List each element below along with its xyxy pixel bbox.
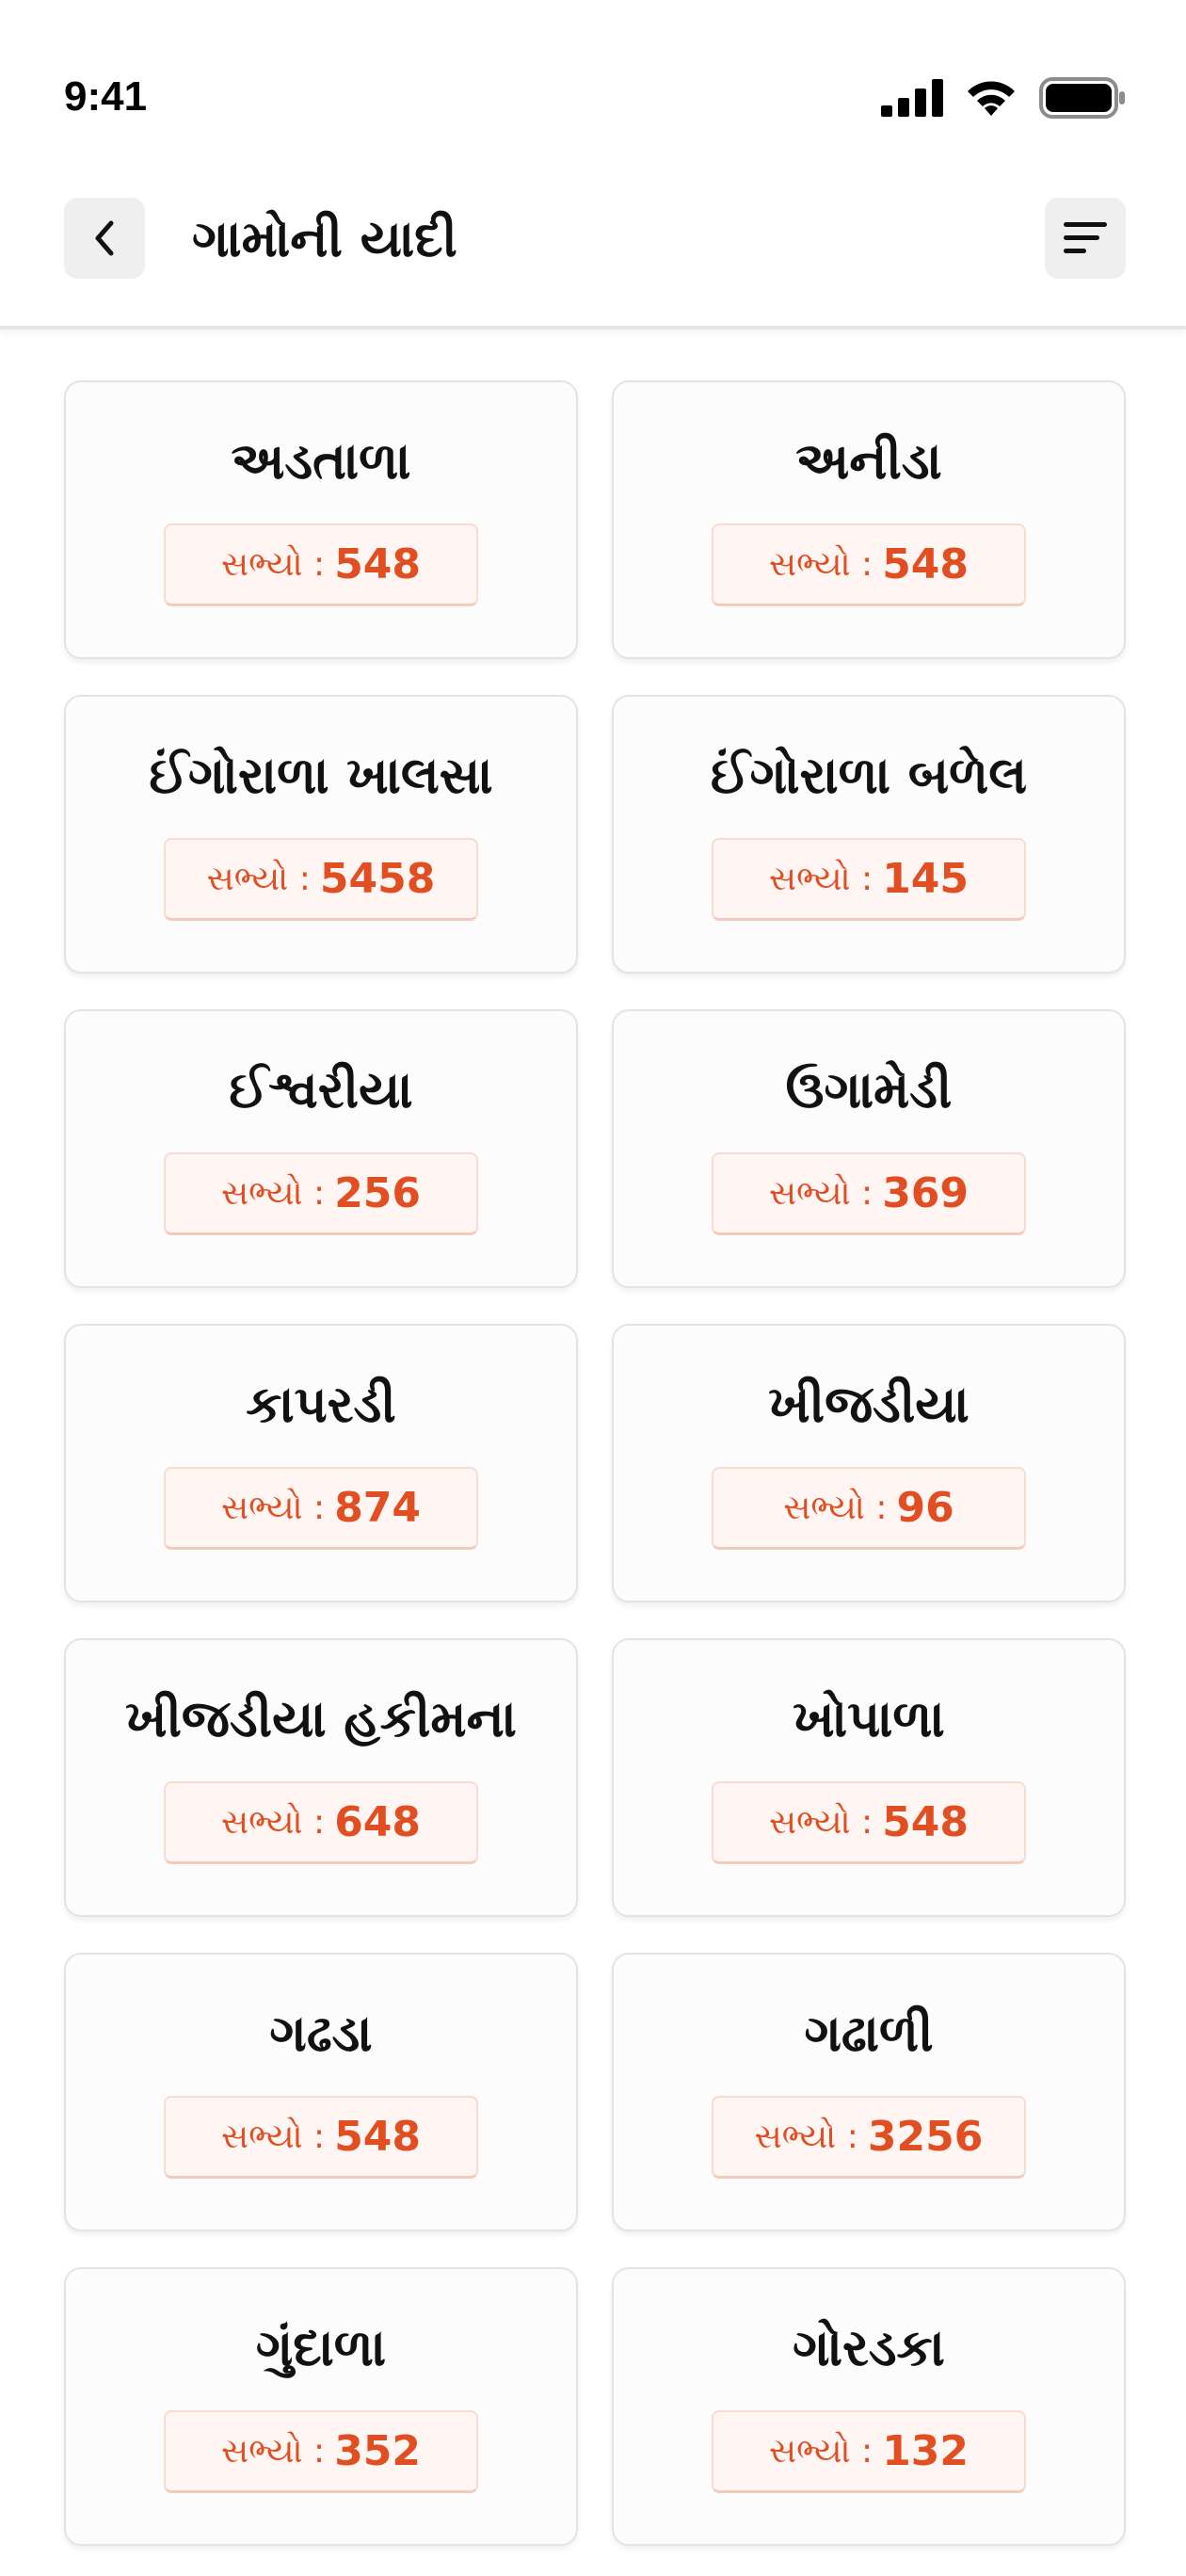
page-title: ગામોની યાદી: [192, 209, 457, 268]
member-count-label: સભ્યો :: [206, 859, 311, 898]
village-card[interactable]: ઈંગોરાળા ખાલસા સભ્યો : 5458: [64, 695, 578, 974]
village-name: અનીડા: [795, 431, 942, 491]
sort-button[interactable]: [1045, 198, 1126, 279]
member-count-label: સભ્યો :: [220, 2117, 326, 2156]
village-name: ઈંગોરાળા ખાલસા: [149, 746, 493, 805]
member-count-box: સભ્યો : 548: [712, 1781, 1026, 1864]
village-grid: અડતાળા સભ્યો : 548 અનીડા સભ્યો : 548 ઈંગ…: [64, 380, 1126, 2546]
member-count-value: 548: [334, 2113, 422, 2161]
cellular-signal-icon: [881, 79, 943, 117]
village-card[interactable]: ઉગામેડી સભ્યો : 369: [612, 1009, 1126, 1288]
wifi-icon: [968, 81, 1015, 116]
village-card[interactable]: ગઢડા સભ્યો : 548: [64, 1953, 578, 2231]
village-name: કાપરડી: [246, 1375, 396, 1434]
member-count-value: 548: [882, 1798, 970, 1846]
sort-lines-icon: [1064, 222, 1107, 253]
member-count-value: 96: [896, 1484, 954, 1532]
status-bar: 9:41: [0, 0, 1186, 179]
member-count-box: સભ્યો : 648: [164, 1781, 478, 1864]
member-count-box: સભ્યો : 256: [164, 1152, 478, 1235]
member-count-box: સભ્યો : 369: [712, 1152, 1026, 1235]
village-card[interactable]: ઈંગોરાળા બળેલ સભ્યો : 145: [612, 695, 1126, 974]
back-button[interactable]: [64, 198, 145, 279]
member-count-box: સભ્યો : 548: [164, 2096, 478, 2179]
member-count-label: સભ્યો :: [768, 1173, 873, 1213]
member-count-value: 5458: [319, 855, 436, 903]
member-count-label: સભ્યો :: [220, 1173, 326, 1213]
member-count-value: 352: [334, 2427, 422, 2475]
member-count-box: સભ્યો : 548: [712, 523, 1026, 606]
member-count-box: સભ્યો : 3256: [712, 2096, 1026, 2179]
village-name: ઉગામેડી: [785, 1060, 953, 1119]
village-name: ઈંગોરાળા બળેલ: [710, 746, 1028, 805]
village-card[interactable]: ખોપાળા સભ્યો : 548: [612, 1638, 1126, 1917]
member-count-box: સભ્યો : 132: [712, 2410, 1026, 2493]
member-count-box: સભ્યો : 96: [712, 1467, 1026, 1550]
village-name: ખીજડીયા: [768, 1375, 970, 1434]
village-card[interactable]: ગુંદાળા સભ્યો : 352: [64, 2267, 578, 2546]
village-card[interactable]: ઈશ્વરીયા સભ્યો : 256: [64, 1009, 578, 1288]
member-count-value: 548: [334, 540, 422, 588]
member-count-label: સભ્યો :: [220, 2431, 326, 2471]
village-card[interactable]: અનીડા સભ્યો : 548: [612, 380, 1126, 659]
member-count-label: સભ્યો :: [754, 2117, 858, 2156]
member-count-value: 548: [882, 540, 970, 588]
village-name: ખીજડીયા હકીમના: [125, 1689, 517, 1748]
village-name: ઈશ્વરીયા: [229, 1060, 413, 1119]
member-count-box: સભ્યો : 874: [164, 1467, 478, 1550]
member-count-value: 874: [334, 1484, 422, 1532]
app-header: ગામોની યાદી: [0, 179, 1186, 330]
member-count-label: સભ્યો :: [220, 544, 326, 584]
chevron-left-icon: [95, 220, 114, 256]
member-count-value: 145: [882, 855, 970, 903]
member-count-box: સભ્યો : 145: [712, 838, 1026, 921]
member-count-value: 369: [882, 1169, 970, 1217]
battery-icon: [1039, 77, 1125, 119]
member-count-value: 132: [882, 2427, 970, 2475]
village-name: ગઢડા: [269, 2004, 373, 2063]
status-time: 9:41: [64, 73, 148, 120]
member-count-box: સભ્યો : 352: [164, 2410, 478, 2493]
member-count-box: સભ્યો : 5458: [164, 838, 478, 921]
village-name: ગોરડકા: [793, 2318, 945, 2377]
member-count-value: 256: [334, 1169, 422, 1217]
village-name: ખોપાળા: [793, 1689, 945, 1748]
status-icons: [881, 72, 1126, 124]
member-count-label: સભ્યો :: [220, 1488, 326, 1527]
member-count-label: સભ્યો :: [768, 2431, 873, 2471]
village-card[interactable]: ગઢાળી સભ્યો : 3256: [612, 1953, 1126, 2231]
village-card[interactable]: કાપરડી સભ્યો : 874: [64, 1324, 578, 1602]
village-name: અડતાળા: [231, 431, 411, 491]
member-count-label: સભ્યો :: [783, 1488, 888, 1527]
village-card[interactable]: ખીજડીયા સભ્યો : 96: [612, 1324, 1126, 1602]
member-count-value: 648: [334, 1798, 422, 1846]
village-card[interactable]: ખીજડીયા હકીમના સભ્યો : 648: [64, 1638, 578, 1917]
village-name: ગઢાળી: [804, 2004, 934, 2063]
member-count-label: સભ્યો :: [768, 1802, 873, 1842]
member-count-label: સભ્યો :: [768, 859, 873, 898]
village-card[interactable]: અડતાળા સભ્યો : 548: [64, 380, 578, 659]
village-name: ગુંદાળા: [255, 2318, 387, 2377]
member-count-value: 3256: [867, 2113, 984, 2161]
member-count-label: સભ્યો :: [768, 544, 873, 584]
member-count-box: સભ્યો : 548: [164, 523, 478, 606]
village-card[interactable]: ગોરડકા સભ્યો : 132: [612, 2267, 1126, 2546]
member-count-label: સભ્યો :: [220, 1802, 326, 1842]
